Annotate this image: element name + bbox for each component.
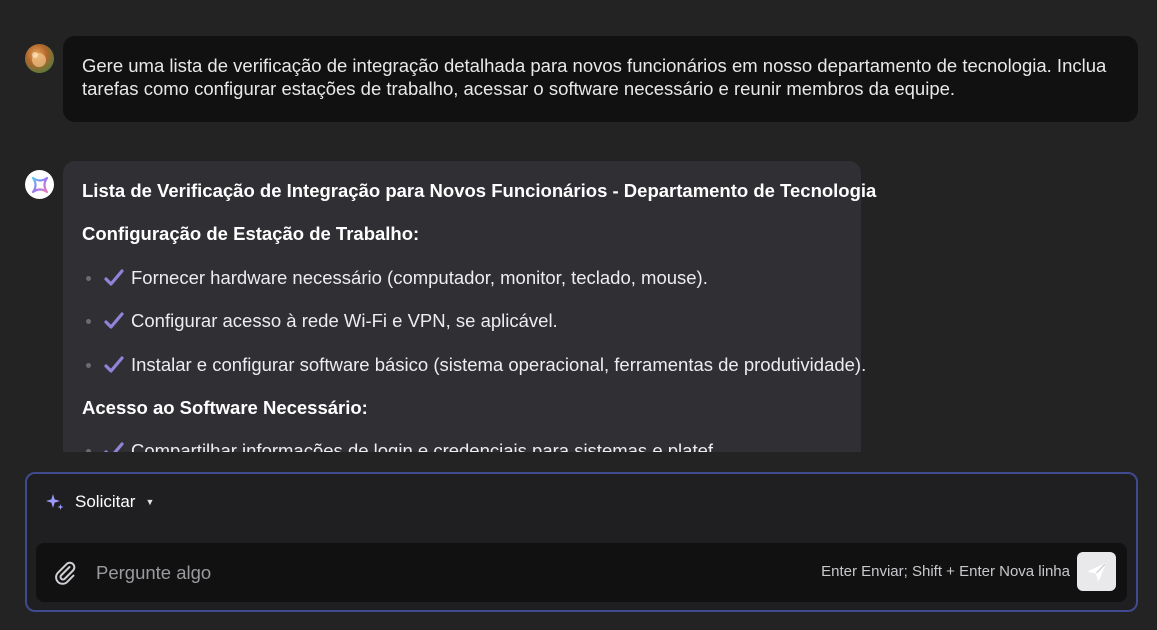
bullet: [86, 362, 91, 368]
send-icon: [1087, 562, 1106, 581]
bullet: [86, 275, 91, 281]
list-item-text: Compartilhar informações de login e cred…: [131, 440, 729, 452]
composer-panel: Solicitar ▼ Enter Enviar; Shift + Enter …: [25, 472, 1138, 612]
checkmark-icon: [104, 269, 124, 286]
checkmark-icon: [104, 442, 124, 452]
assistant-message: Lista de Verificação de Integração para …: [63, 161, 876, 452]
section-heading: Acesso ao Software Necessário:: [82, 397, 368, 418]
user-avatar: [25, 44, 54, 73]
keyboard-hint: Enter Enviar; Shift + Enter Nova linha: [821, 563, 1070, 580]
bullet: [86, 318, 91, 324]
assistant-title: Lista de Verificação de Integração para …: [82, 180, 877, 201]
sparkle-icon: [46, 494, 64, 510]
mode-label: Solicitar: [75, 492, 136, 511]
list-item-text: Fornecer hardware necessário (computador…: [131, 267, 708, 288]
list-item-text: Configurar acesso à rede Wi-Fi e VPN, se…: [131, 310, 558, 331]
list-item: Compartilhar informações de login e cred…: [86, 440, 728, 452]
checkmark-icon: [104, 312, 124, 329]
prompt-input[interactable]: [94, 555, 698, 591]
user-message-text: Gere uma lista de verificação de integra…: [82, 55, 1107, 99]
input-row: Enter Enviar; Shift + Enter Nova linha: [36, 543, 1127, 602]
section-heading: Configuração de Estação de Trabalho:: [82, 223, 420, 244]
paperclip-icon[interactable]: [53, 560, 77, 586]
assistant-avatar: [25, 170, 54, 199]
list-item: Configurar acesso à rede Wi-Fi e VPN, se…: [86, 310, 558, 332]
chat-area: Gere uma lista de verificação de integra…: [0, 0, 1157, 452]
send-button[interactable]: [1077, 552, 1116, 591]
list-item: Instalar e configurar software básico (s…: [86, 354, 866, 376]
list-item-text: Instalar e configurar software básico (s…: [131, 354, 867, 375]
user-avatar-photo: [32, 52, 46, 67]
mode-selector[interactable]: Solicitar ▼: [45, 492, 154, 512]
caret-down-icon: ▼: [145, 497, 155, 507]
assistant-logo-icon: [31, 176, 48, 193]
user-message: Gere uma lista de verificação de integra…: [63, 36, 1138, 122]
list-item: Fornecer hardware necessário (computador…: [86, 267, 708, 289]
checkmark-icon: [104, 356, 124, 373]
bullet: [86, 448, 91, 452]
